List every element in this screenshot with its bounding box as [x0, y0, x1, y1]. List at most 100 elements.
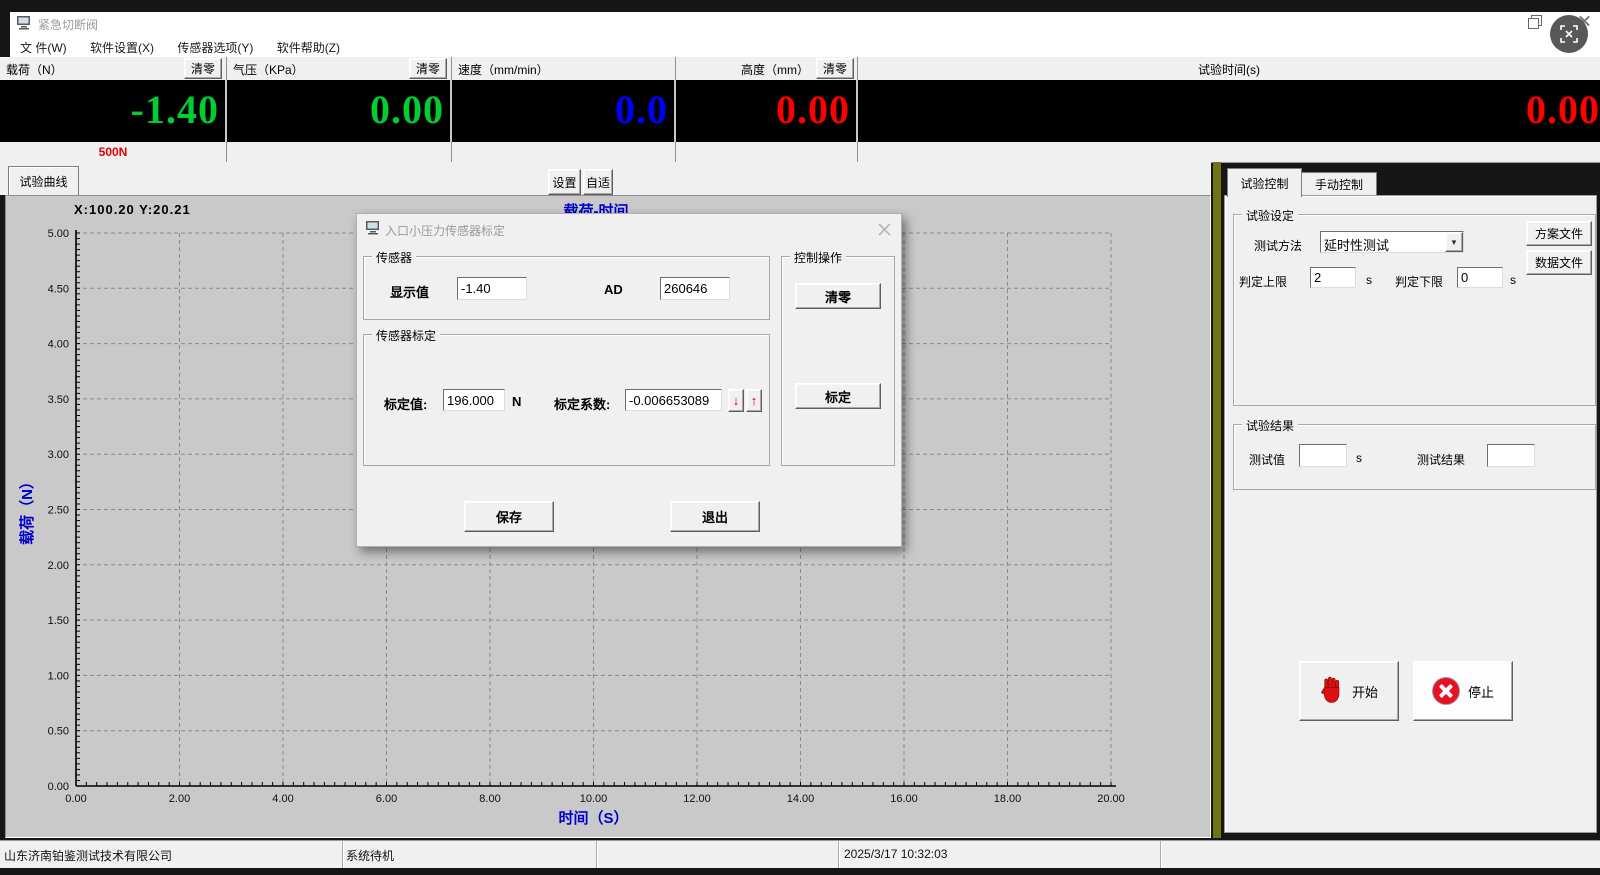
- test-result-group-label: 试验结果: [1242, 417, 1298, 434]
- calibrate-button[interactable]: 标定: [795, 383, 881, 409]
- gauge-header-time: 试验时间(s): [858, 57, 1600, 80]
- gauge-sub-load: 500N: [0, 142, 227, 162]
- method-label: 测试方法: [1254, 237, 1302, 254]
- svg-text:2.50: 2.50: [48, 505, 69, 517]
- chart-settings-button[interactable]: 设置: [548, 169, 581, 195]
- lower-limit-input[interactable]: [1457, 267, 1503, 288]
- svg-text:6.00: 6.00: [376, 793, 397, 805]
- title-bar: 紧急切断阀: [10, 12, 1600, 35]
- menu-bar: 文 件(W) 软件设置(X) 传感器选项(Y) 软件帮助(Z): [10, 35, 1600, 58]
- menu-item-help[interactable]: 软件帮助(Z): [267, 35, 350, 56]
- svg-text:时间（S）: 时间（S）: [558, 809, 628, 827]
- load-range-label: 500N: [99, 145, 128, 159]
- lower-limit-unit: s: [1510, 273, 1516, 287]
- svg-text:20.00: 20.00: [1097, 793, 1125, 805]
- svg-text:5.00: 5.00: [48, 228, 69, 240]
- gauge-header-speed: 速度（mm/min）: [452, 57, 676, 80]
- calib-unit-label: N: [512, 394, 521, 409]
- sensor-group-label: 传感器: [372, 249, 416, 266]
- gauge-header-row: 载荷（N） 清零 气压（KPa） 清零 速度（mm/min） 高度（mm） 清零…: [0, 57, 1600, 80]
- gauge-cell-time: 0.00: [858, 80, 1600, 142]
- tab-manual-control[interactable]: 手动控制: [1301, 172, 1377, 196]
- curve-tab-row: 试验曲线 设置 自适: [0, 162, 1211, 195]
- method-dropdown[interactable]: 延时性测试 ▼: [1320, 231, 1464, 253]
- ad-value-input[interactable]: [660, 277, 730, 300]
- calib-value-label: 标定值:: [384, 394, 427, 413]
- gauge-header-pressure: 气压（KPa） 清零: [227, 57, 452, 80]
- calib-coef-input[interactable]: [625, 389, 722, 411]
- upper-limit-input[interactable]: [1310, 267, 1356, 288]
- panel-separator: [1213, 162, 1221, 838]
- dialog-title: 入口小压力传感器标定: [385, 222, 505, 239]
- system-status: 系统待机: [346, 847, 394, 864]
- svg-text:18.00: 18.00: [994, 793, 1022, 805]
- zero-button[interactable]: 清零: [795, 283, 881, 309]
- dialog-icon: [365, 220, 381, 238]
- method-value: 延时性测试: [1324, 235, 1389, 254]
- exit-button[interactable]: 退出: [670, 501, 760, 532]
- gauge-label-time: 试验时间(s): [1198, 61, 1260, 78]
- menu-item-file[interactable]: 文 件(W): [10, 35, 77, 56]
- display-value-input[interactable]: [457, 277, 527, 300]
- save-button[interactable]: 保存: [464, 501, 554, 532]
- svg-text:8.00: 8.00: [479, 793, 500, 805]
- test-result-label: 测试结果: [1417, 451, 1465, 468]
- coef-up-button[interactable]: ↑: [746, 389, 762, 412]
- calibration-group: 传感器标定 标定值: N 标定系数: ↓ ↑: [363, 334, 770, 466]
- status-cell-datetime: 2025/3/17 10:32:03: [838, 841, 1161, 868]
- test-setting-group-label: 试验设定: [1242, 207, 1298, 224]
- dialog-close-icon[interactable]: [878, 223, 891, 239]
- test-value-input[interactable]: [1299, 444, 1347, 467]
- coef-down-button[interactable]: ↓: [728, 389, 744, 412]
- svg-text:载荷（N）: 载荷（N）: [18, 474, 36, 545]
- calib-value-input[interactable]: [443, 389, 505, 411]
- test-value-label: 测试值: [1249, 451, 1285, 468]
- start-button-label: 开始: [1352, 682, 1378, 701]
- chart-cursor-readout: X:100.20 Y:20.21: [74, 202, 191, 217]
- tab-test-control[interactable]: 试验控制: [1227, 168, 1302, 197]
- window-title: 紧急切断阀: [38, 16, 98, 33]
- gauge-value-pressure: 0.00: [370, 88, 444, 132]
- window-frame-bottom: [0, 867, 1600, 875]
- test-value-unit: s: [1356, 451, 1362, 465]
- gauge-sub-2: [227, 142, 452, 162]
- svg-text:12.00: 12.00: [683, 793, 711, 805]
- gauge-value-height: 0.00: [776, 88, 850, 132]
- svg-text:1.00: 1.00: [48, 670, 69, 682]
- stop-button-label: 停止: [1468, 682, 1494, 701]
- gauge-cell-load: -1.40: [0, 80, 227, 142]
- clear-height-button[interactable]: 清零: [816, 58, 854, 79]
- test-result-input[interactable]: [1487, 444, 1535, 467]
- svg-text:3.00: 3.00: [48, 449, 69, 461]
- hand-icon: [1320, 676, 1344, 707]
- plan-file-button[interactable]: 方案文件: [1526, 221, 1592, 246]
- capture-badge-icon[interactable]: [1550, 15, 1588, 53]
- clear-load-button[interactable]: 清零: [184, 58, 222, 79]
- chevron-down-icon[interactable]: ▼: [1445, 232, 1463, 252]
- app-icon: [16, 15, 32, 33]
- gauge-value-speed: 0.0: [615, 88, 668, 132]
- upper-limit-unit: s: [1366, 273, 1372, 287]
- svg-text:0.00: 0.00: [65, 793, 86, 805]
- menu-item-software-settings[interactable]: 软件设置(X): [80, 35, 164, 56]
- svg-text:0.00: 0.00: [48, 781, 69, 793]
- status-cell-empty: [596, 841, 839, 868]
- tab-test-curve[interactable]: 试验曲线: [8, 166, 79, 196]
- company-name: 山东济南铂鉴测试技术有限公司: [4, 847, 172, 864]
- gauge-value-time: 0.00: [1526, 88, 1600, 132]
- stop-button[interactable]: 停止: [1413, 661, 1513, 721]
- gauge-cell-pressure: 0.00: [227, 80, 452, 142]
- dialog-title-bar[interactable]: 入口小压力传感器标定: [357, 214, 901, 244]
- svg-text:4.00: 4.00: [272, 793, 293, 805]
- clear-pressure-button[interactable]: 清零: [409, 58, 447, 79]
- chart-autofit-button[interactable]: 自适: [583, 169, 613, 195]
- calibration-dialog: 入口小压力传感器标定 传感器 显示值 AD 传感器标定 标定值: N 标定系数:…: [356, 213, 902, 547]
- start-button[interactable]: 开始: [1299, 661, 1399, 721]
- data-file-button[interactable]: 数据文件: [1526, 250, 1592, 275]
- menu-item-sensor-options[interactable]: 传感器选项(Y): [167, 35, 263, 56]
- gauge-value-load: -1.40: [131, 88, 219, 132]
- svg-text:1.50: 1.50: [48, 615, 69, 627]
- status-cell-state: 系统待机: [342, 841, 597, 868]
- upper-limit-label: 判定上限: [1239, 273, 1287, 290]
- status-cell-company: 山东济南铂鉴测试技术有限公司: [0, 841, 343, 868]
